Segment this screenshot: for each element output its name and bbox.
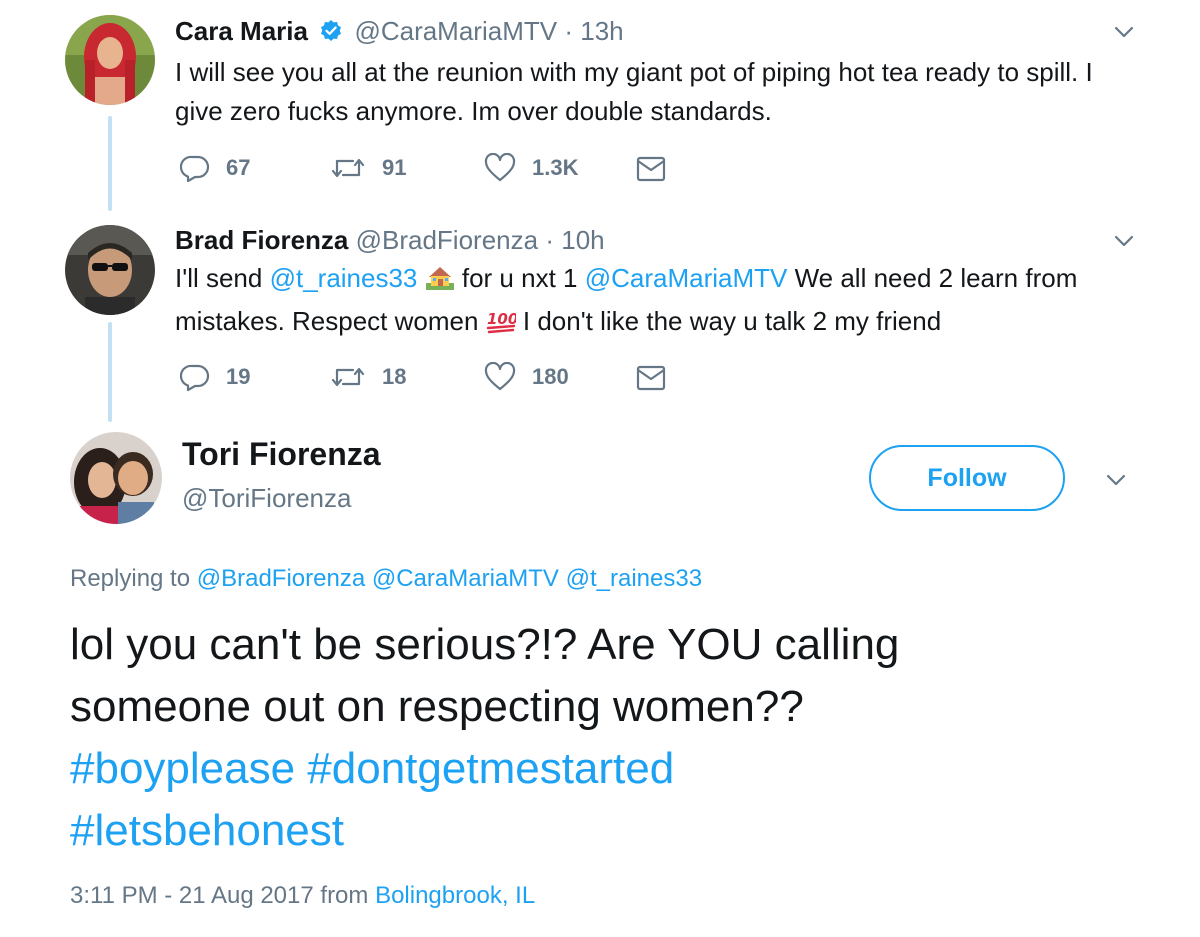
retweet-button[interactable]: 18 [330, 362, 406, 392]
avatar[interactable] [65, 225, 155, 315]
direct-message-button[interactable] [636, 155, 682, 183]
like-count: 180 [532, 364, 569, 389]
mention-link[interactable]: @t_raines33 [270, 263, 418, 293]
reply-button[interactable]: 19 [180, 362, 250, 392]
mention-link[interactable]: @BradFiorenza [197, 565, 365, 592]
hundred-points-emoji: 100 [486, 306, 518, 345]
text-segment: I don't like the way u talk 2 my friend [515, 306, 942, 336]
retweet-count: 91 [382, 155, 407, 180]
tweet-text-line: I will see you all at the reunion with m… [175, 57, 1093, 87]
reply-icon [180, 364, 210, 392]
hashtag-line[interactable]: #boyplease #dontgetmestarted [70, 738, 1170, 800]
tweet-text-line: I'll send @t_raines33 for u nxt 1 @CaraM… [175, 259, 1155, 302]
hashtag-line[interactable]: #letsbehonest [70, 800, 1170, 862]
text-segment: We all need 2 learn from [787, 263, 1078, 293]
user-handle[interactable]: @BradFiorenza [356, 225, 538, 255]
main-tweet-handle[interactable]: @ToriFiorenza [182, 483, 351, 514]
main-tweet-text: lol you can't be serious?!? Are YOU call… [70, 614, 1170, 862]
mention-link[interactable]: @CaraMariaMTV [372, 565, 559, 592]
user-handle[interactable]: @CaraMariaMTV [354, 16, 557, 46]
like-button[interactable]: 1.3K [484, 153, 578, 183]
house-with-garden-emoji [425, 263, 455, 302]
replying-to: Replying to @BradFiorenza @CaraMariaMTV … [70, 565, 702, 593]
mention-link[interactable]: @CaraMariaMTV [585, 263, 788, 293]
tweet-text-line: lol you can't be serious?!? Are YOU call… [70, 620, 900, 669]
reply-count: 19 [226, 364, 251, 389]
display-name[interactable]: Cara Maria [175, 16, 308, 46]
main-tweet-name[interactable]: Tori Fiorenza [182, 436, 381, 473]
tweet-text-line: mistakes. Respect women 100 I don't like… [175, 302, 1155, 345]
follow-button[interactable]: Follow [869, 445, 1065, 511]
text-segment: mistakes. Respect women [175, 306, 486, 336]
chevron-down-icon[interactable] [1113, 230, 1135, 252]
separator-dot: · [564, 16, 573, 46]
chevron-down-icon[interactable] [1113, 21, 1135, 43]
tweet-text-line: someone out on respecting women?? [70, 682, 804, 731]
reply-count: 67 [226, 155, 251, 180]
tweet-time[interactable]: 10h [561, 225, 604, 255]
heart-icon [484, 153, 516, 182]
separator-dot: · [545, 225, 554, 255]
tweet-time[interactable]: 13h [580, 16, 623, 46]
display-name[interactable]: Brad Fiorenza [175, 225, 348, 255]
retweet-button[interactable]: 91 [330, 153, 406, 183]
envelope-icon [636, 365, 666, 391]
tweet-text-line: give zero fucks anymore. Im over double … [175, 96, 772, 126]
like-button[interactable]: 180 [484, 362, 569, 392]
verified-badge-icon [319, 19, 343, 50]
tweet-text: I'll send @t_raines33 for u nxt 1 @CaraM… [175, 259, 1155, 345]
mention-link[interactable]: @t_raines33 [566, 565, 702, 592]
retweet-icon [331, 367, 365, 387]
tweet-timestamp: 3:11 PM - 21 Aug 2017 from Bolingbrook, … [70, 882, 535, 910]
heart-icon [484, 362, 516, 391]
like-count: 1.3K [532, 155, 579, 180]
tweet-header: Cara Maria @CaraMariaMTV · 13h [175, 16, 624, 50]
replying-to-label: Replying to [70, 565, 197, 592]
retweet-icon [331, 158, 365, 178]
chevron-down-icon[interactable] [1105, 469, 1127, 491]
thread-line [108, 116, 112, 211]
envelope-icon [636, 156, 666, 182]
avatar[interactable] [65, 15, 155, 105]
tweet-text: I will see you all at the reunion with m… [175, 53, 1155, 131]
direct-message-button[interactable] [636, 364, 682, 392]
text-segment: for u nxt 1 [461, 263, 585, 293]
retweet-count: 18 [382, 364, 407, 389]
tweet-header: Brad Fiorenza @BradFiorenza · 10h [175, 225, 605, 256]
thread-line [108, 322, 112, 422]
timestamp-text[interactable]: 3:11 PM - 21 Aug 2017 from [70, 882, 375, 909]
reply-button[interactable]: 67 [180, 153, 250, 183]
reply-icon [180, 155, 210, 183]
location-link[interactable]: Bolingbrook, IL [375, 882, 535, 909]
avatar[interactable] [70, 432, 162, 524]
text-segment: I'll send [175, 263, 270, 293]
